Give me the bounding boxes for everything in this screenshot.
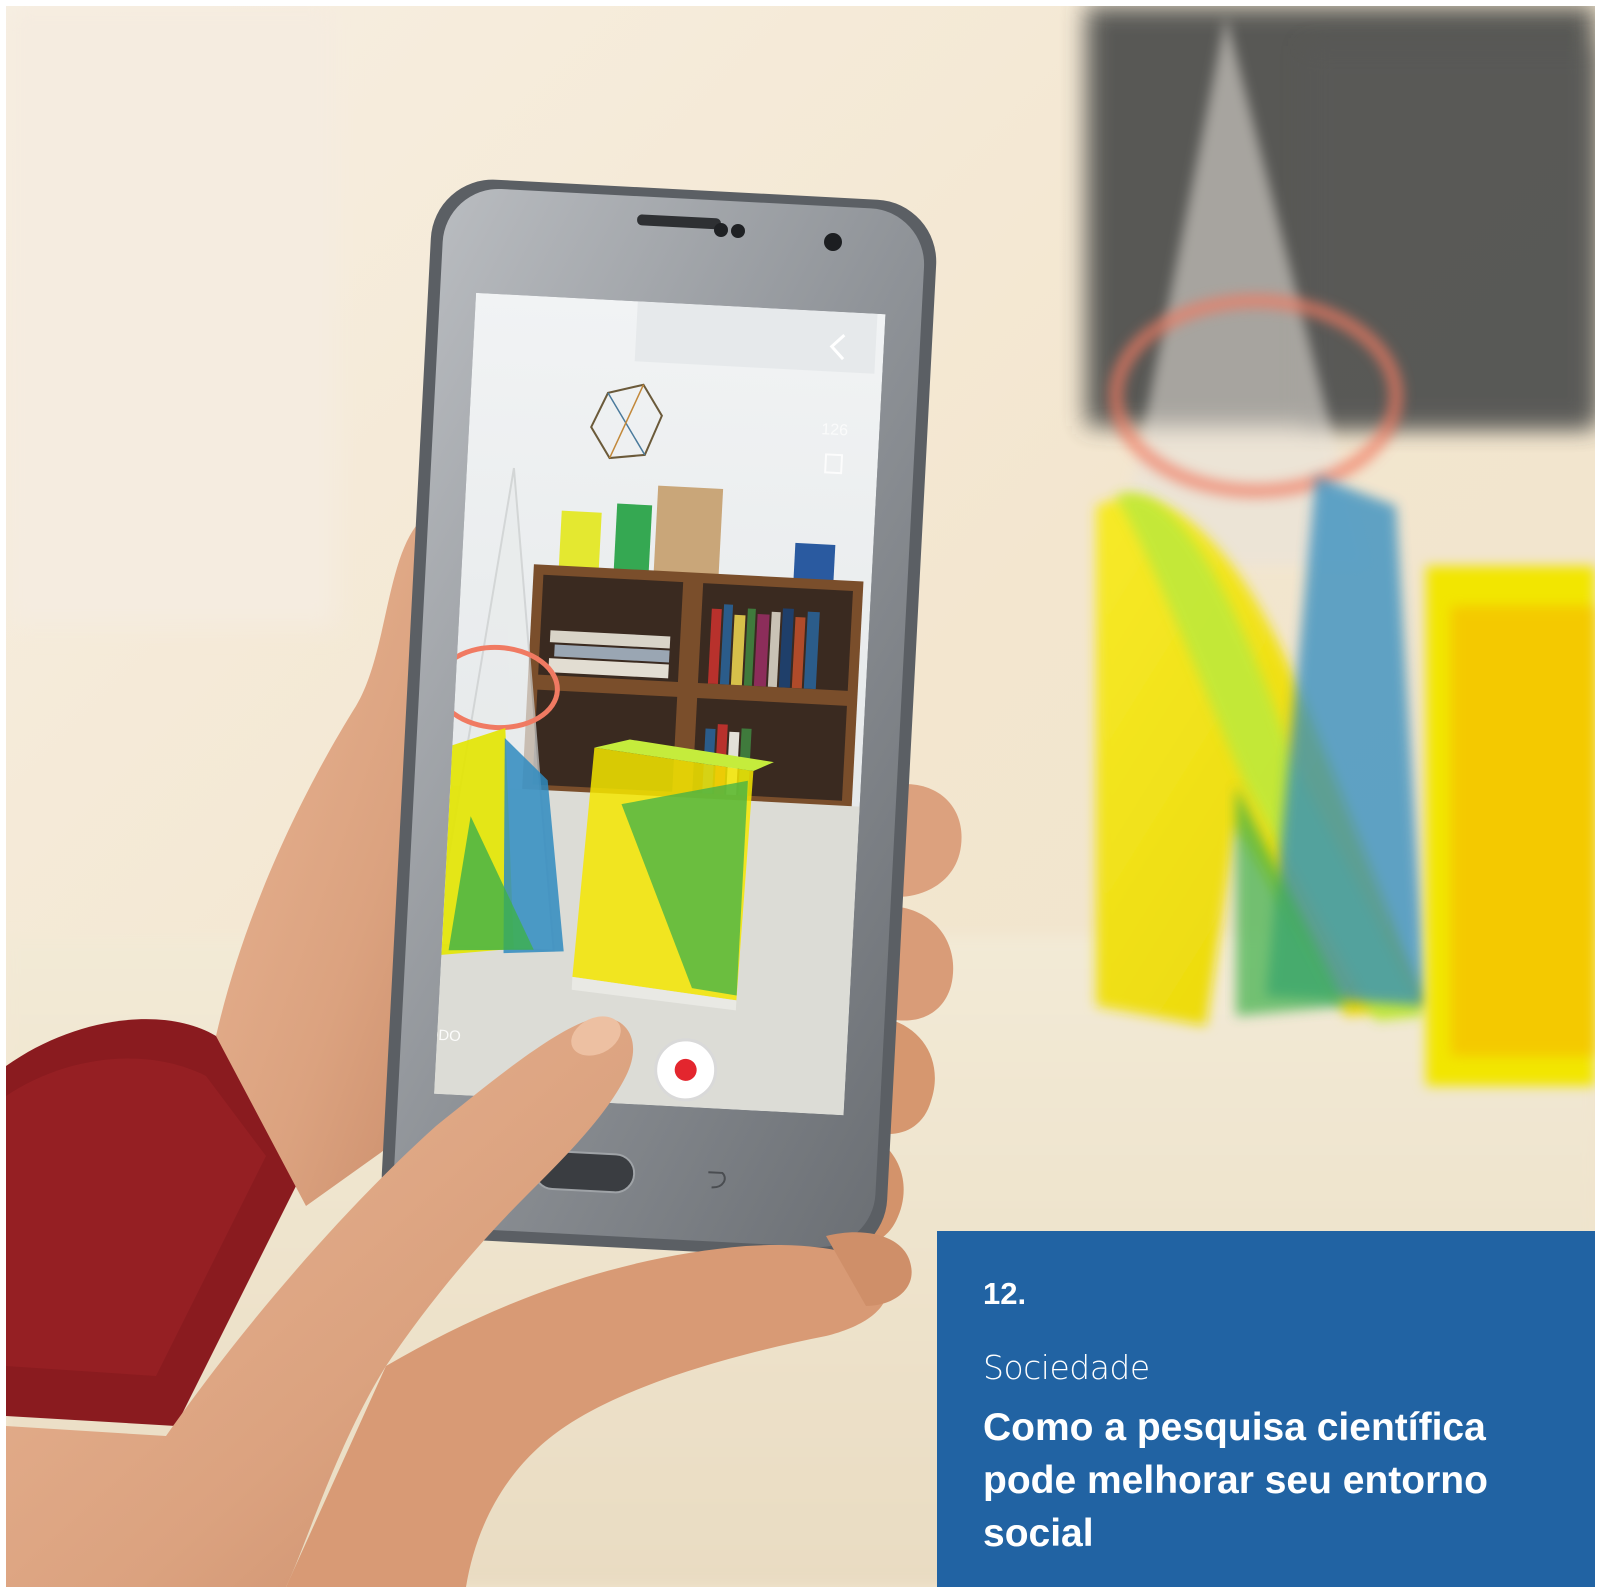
- screen-counter: 126: [821, 421, 849, 439]
- page: 126 MODO 12. Sociedade Como a pesquisa c…: [6, 6, 1595, 1587]
- article-title: Como a pesquisa científica pode melhorar…: [983, 1406, 1488, 1555]
- article-category: Sociedade: [983, 1348, 1150, 1387]
- article-caption-box: 12. Sociedade Como a pesquisa científica…: [937, 1231, 1595, 1587]
- article-number: 12.: [983, 1276, 1027, 1311]
